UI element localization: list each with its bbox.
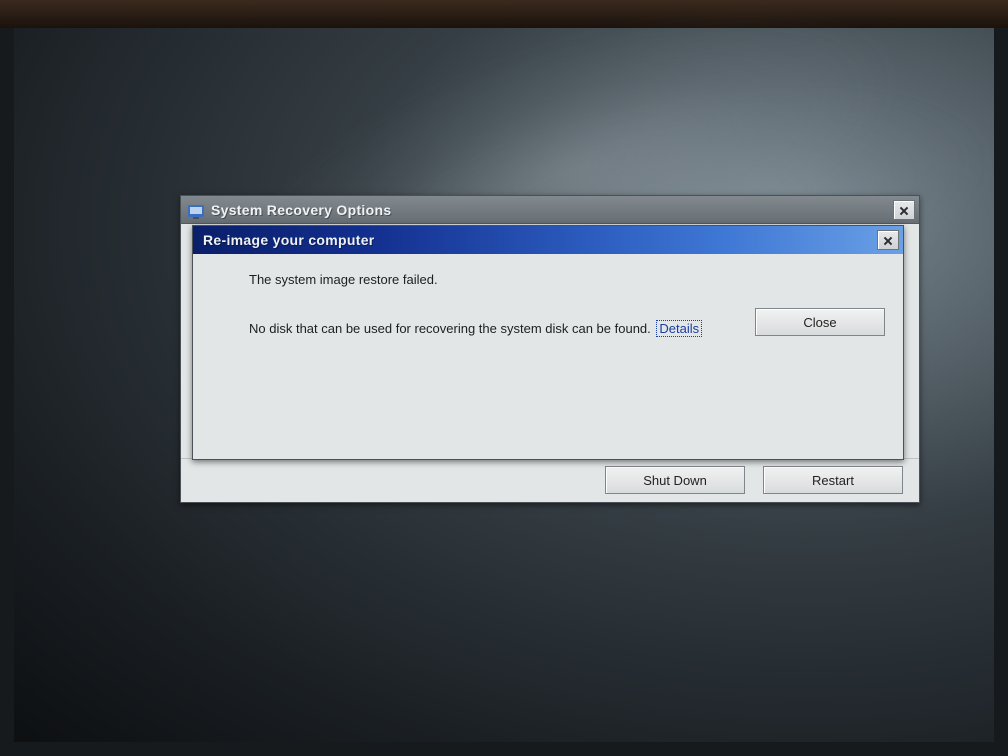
recovery-window-icon (187, 201, 205, 219)
shutdown-button[interactable]: Shut Down (605, 466, 745, 494)
details-link[interactable]: Details (656, 320, 702, 337)
monitor-bezel-top (0, 0, 1008, 28)
reimage-dialog-close-icon[interactable] (877, 230, 899, 250)
monitor-bezel-right (994, 28, 1008, 756)
monitor-bezel-bottom (0, 742, 1008, 756)
error-message-secondary-text: No disk that can be used for recovering … (249, 321, 651, 336)
reimage-dialog: Re-image your computer The system image … (192, 225, 904, 460)
recovery-window-titlebar[interactable]: System Recovery Options (181, 196, 919, 224)
reimage-dialog-body: The system image restore failed. No disk… (193, 254, 903, 350)
close-button[interactable]: Close (755, 308, 885, 336)
recovery-window-button-bar: Shut Down Restart (181, 458, 919, 502)
reimage-dialog-titlebar[interactable]: Re-image your computer (193, 226, 903, 254)
error-message-primary: The system image restore failed. (249, 272, 879, 287)
reimage-dialog-title: Re-image your computer (203, 232, 375, 248)
recovery-window-close-button[interactable] (893, 200, 915, 220)
recovery-window-title: System Recovery Options (211, 202, 391, 218)
desktop-background: System Recovery Options Shut Down Restar… (0, 0, 1008, 756)
restart-button[interactable]: Restart (763, 466, 903, 494)
monitor-bezel-left (0, 28, 14, 756)
